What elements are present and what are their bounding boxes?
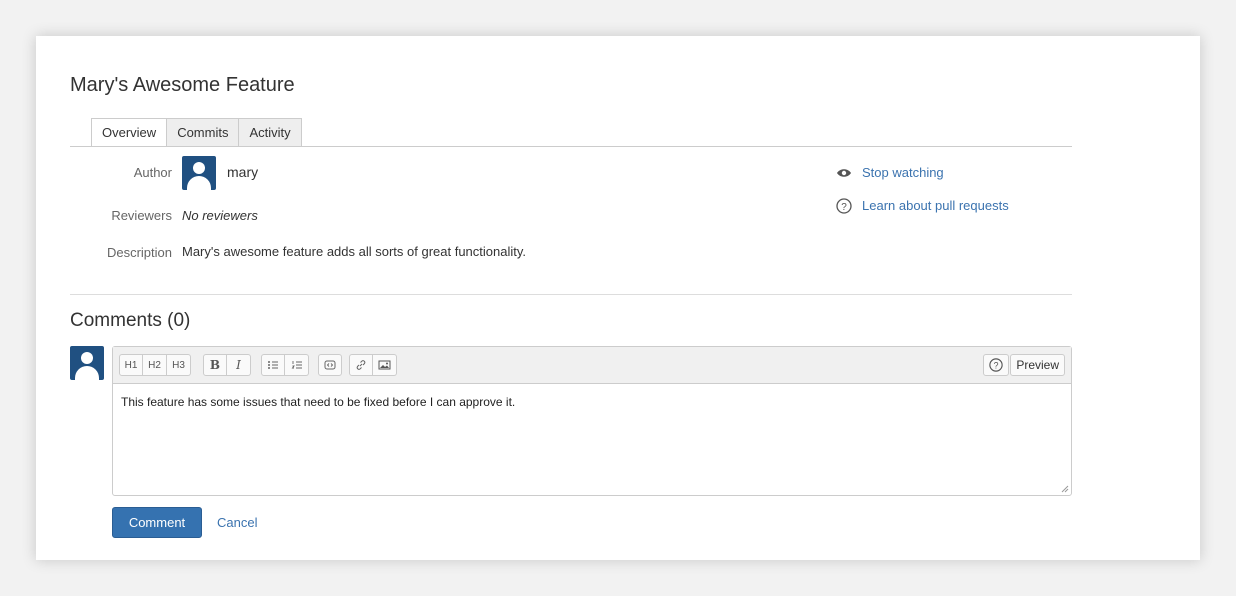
- author-label: Author: [133, 165, 172, 180]
- comment-editor[interactable]: H1 H2 H3 B I ? Preview This feature has …: [112, 346, 1072, 496]
- svg-text:?: ?: [841, 202, 847, 213]
- tab-commits[interactable]: Commits: [167, 118, 240, 147]
- tab-bar: Overview Commits Activity: [91, 118, 302, 147]
- author-name[interactable]: mary: [227, 164, 258, 180]
- link-icon: [356, 360, 366, 370]
- numbered-list-button[interactable]: [285, 354, 309, 376]
- bullet-list-button[interactable]: [261, 354, 285, 376]
- learn-pull-requests-link[interactable]: Learn about pull requests: [862, 198, 1009, 213]
- svg-text:?: ?: [994, 361, 999, 371]
- current-user-avatar: [70, 346, 104, 380]
- description-value: Mary's awesome feature adds all sorts of…: [182, 244, 527, 259]
- description-label: Description: [106, 245, 172, 260]
- reviewers-value: No reviewers: [182, 208, 258, 223]
- italic-button[interactable]: I: [227, 354, 251, 376]
- image-icon: [378, 360, 391, 370]
- heading1-button[interactable]: H1: [119, 354, 143, 376]
- preview-button[interactable]: Preview: [1010, 354, 1065, 376]
- resize-handle-icon[interactable]: [1061, 485, 1069, 493]
- image-button[interactable]: [373, 354, 397, 376]
- link-button[interactable]: [349, 354, 373, 376]
- help-icon: ?: [989, 358, 1003, 372]
- help-icon: ?: [836, 198, 852, 219]
- comment-textarea[interactable]: This feature has some issues that need t…: [121, 395, 1063, 409]
- section-divider: [70, 294, 1072, 295]
- code-button[interactable]: [318, 354, 342, 376]
- tab-activity[interactable]: Activity: [239, 118, 302, 147]
- cancel-link[interactable]: Cancel: [217, 515, 257, 530]
- reviewers-label: Reviewers: [111, 208, 172, 223]
- bold-button[interactable]: B: [203, 354, 227, 376]
- editor-toolbar: H1 H2 H3 B I ? Preview: [113, 347, 1071, 384]
- code-icon: [324, 360, 336, 370]
- tab-overview[interactable]: Overview: [91, 118, 168, 147]
- comments-heading: Comments (0): [70, 310, 191, 331]
- author-avatar[interactable]: [182, 156, 216, 190]
- heading2-button[interactable]: H2: [143, 354, 167, 376]
- heading3-button[interactable]: H3: [167, 354, 191, 376]
- stop-watching-link[interactable]: Stop watching: [862, 165, 944, 180]
- editor-help-button[interactable]: ?: [983, 354, 1009, 376]
- bullet-list-icon: [268, 361, 278, 369]
- tab-divider: [70, 146, 1072, 147]
- pull-request-panel: Mary's Awesome Feature Overview Commits …: [36, 36, 1200, 560]
- page-title: Mary's Awesome Feature: [70, 74, 295, 96]
- eye-icon: [836, 166, 852, 184]
- numbered-list-icon: [291, 361, 302, 369]
- comment-submit-button[interactable]: Comment: [112, 507, 202, 538]
